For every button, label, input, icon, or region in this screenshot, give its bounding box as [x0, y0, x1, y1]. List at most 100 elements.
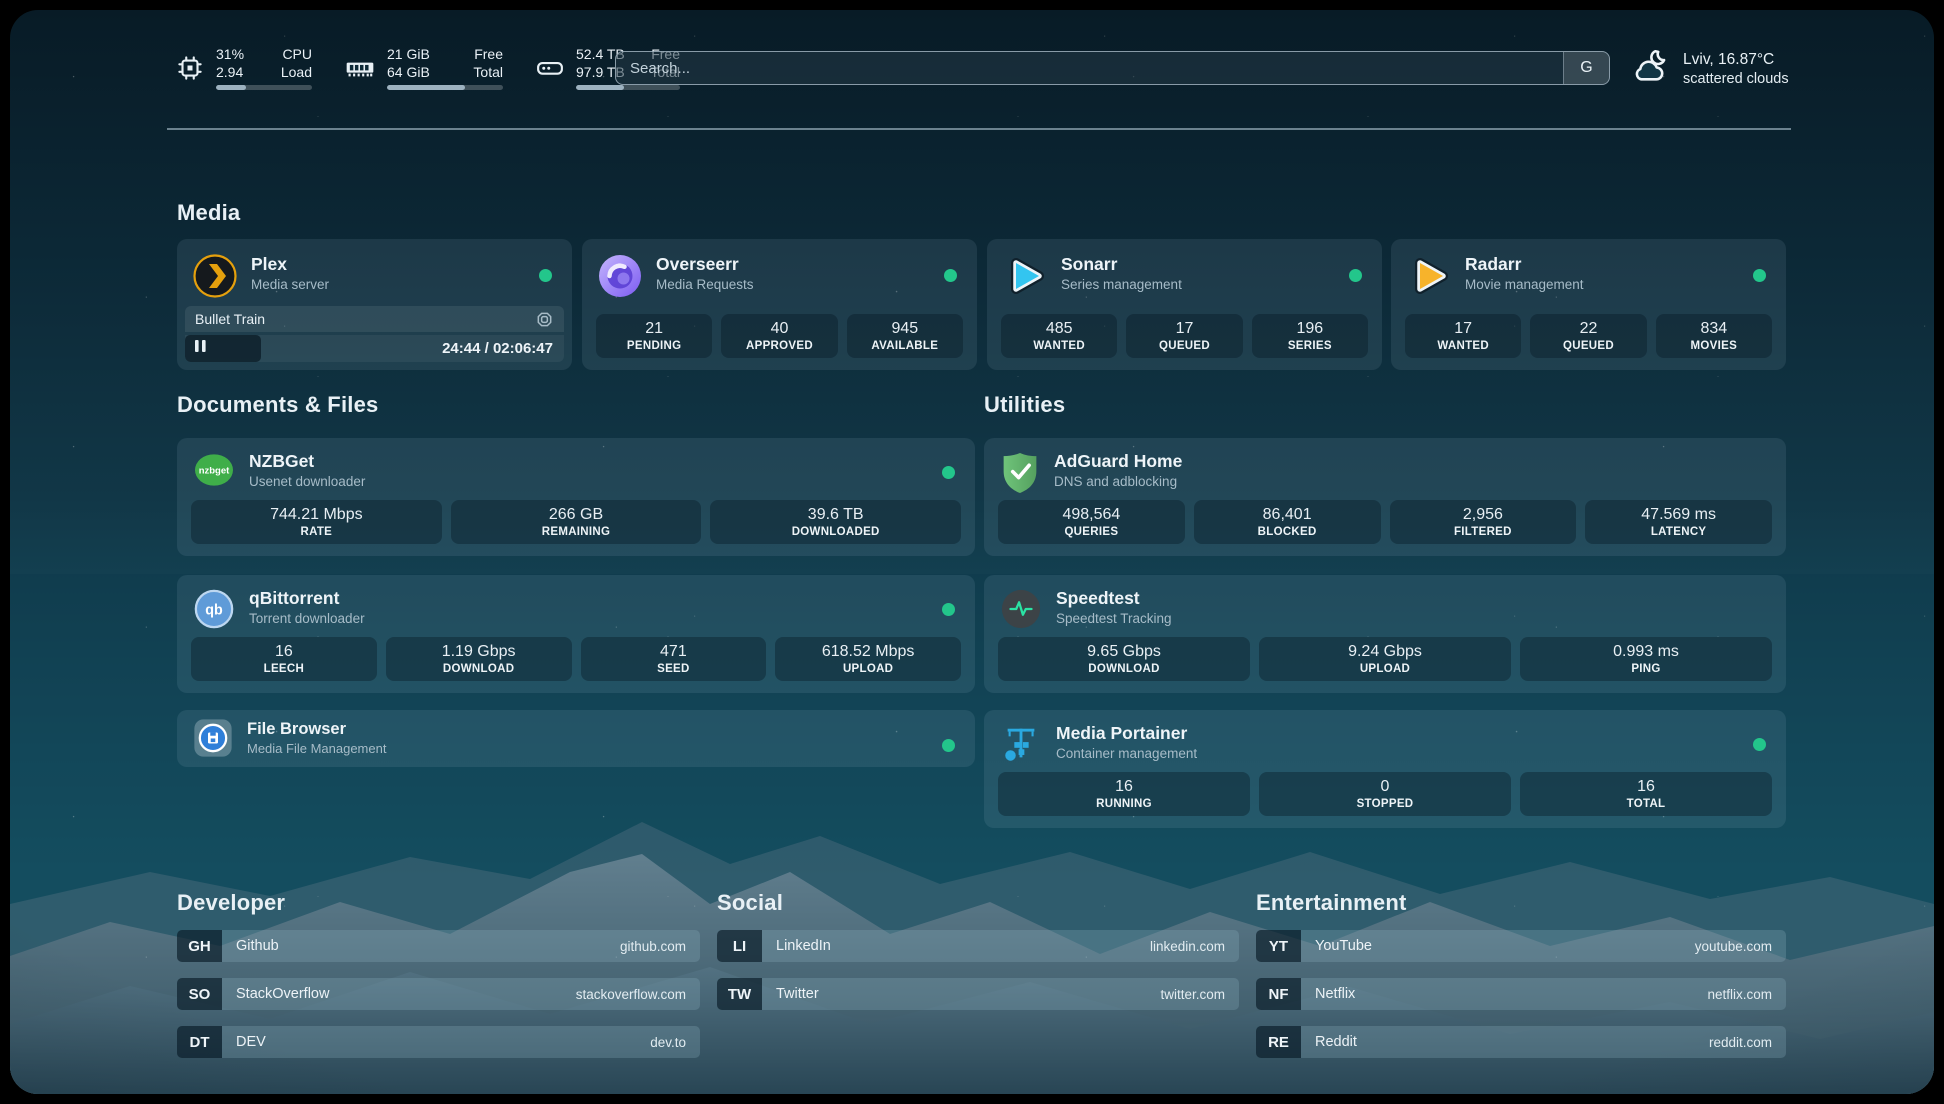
- session-icon[interactable]: [535, 310, 554, 329]
- plex-title: Plex: [251, 253, 329, 276]
- cpu-progress-fill: [216, 85, 246, 90]
- cpu-label-top: CPU: [282, 46, 312, 64]
- header-divider: [167, 128, 1791, 130]
- bookmark-youtube[interactable]: YT YouTubeyoutube.com: [1256, 930, 1786, 962]
- nzbget-status-dot: [942, 466, 955, 479]
- bookmark-netflix[interactable]: NF Netflixnetflix.com: [1256, 978, 1786, 1010]
- dev-abbr: DT: [177, 1026, 222, 1058]
- cpu-percent: 31%: [216, 46, 244, 64]
- qbittorrent-stat-seed: 471SEED: [581, 637, 767, 681]
- playback-time: 24:44 / 02:06:47: [442, 340, 564, 357]
- twitter-abbr: TW: [717, 978, 762, 1010]
- playback-elapsed-fill: [185, 335, 261, 362]
- speedtest-title: Speedtest: [1056, 587, 1172, 610]
- qbittorrent-stat-upload: 618.52 MbpsUPLOAD: [775, 637, 961, 681]
- memory-stat-widget: 21 GiBFree 64 GiBTotal: [344, 46, 503, 90]
- radarr-card[interactable]: Radarr Movie management 17WANTED 22QUEUE…: [1391, 239, 1786, 370]
- qbittorrent-status-dot: [942, 603, 955, 616]
- section-title-entertainment: Entertainment: [1256, 890, 1407, 916]
- search-bar: G: [615, 51, 1610, 85]
- now-playing-title: Bullet Train: [195, 311, 265, 327]
- weather-location-temp: Lviv, 16.87°C: [1683, 50, 1789, 70]
- developer-bookmarks: GH Githubgithub.com SO StackOverflowstac…: [177, 930, 700, 1058]
- section-title-social: Social: [717, 890, 783, 916]
- bookmark-github[interactable]: GH Githubgithub.com: [177, 930, 700, 962]
- adguard-stat-latency: 47.569 msLATENCY: [1585, 500, 1772, 544]
- overseerr-title: Overseerr: [656, 253, 754, 276]
- portainer-card[interactable]: Media Portainer Container management 16R…: [984, 710, 1786, 828]
- memory-label-top: Free: [474, 46, 503, 64]
- overseerr-subtitle: Media Requests: [656, 276, 754, 293]
- filebrowser-icon: [193, 718, 233, 758]
- youtube-abbr: YT: [1256, 930, 1301, 962]
- memory-progress-fill: [387, 85, 465, 90]
- speedtest-card[interactable]: Speedtest Speedtest Tracking 9.65 GbpsDO…: [984, 575, 1786, 693]
- overseerr-card[interactable]: Overseerr Media Requests 21PENDING 40APP…: [582, 239, 977, 370]
- search-provider-button[interactable]: G: [1563, 52, 1609, 84]
- reddit-abbr: RE: [1256, 1026, 1301, 1058]
- portainer-title: Media Portainer: [1056, 722, 1197, 745]
- stackoverflow-abbr: SO: [177, 978, 222, 1010]
- playback-progress-bar[interactable]: 24:44 / 02:06:47: [185, 335, 564, 362]
- sonarr-status-dot: [1349, 269, 1362, 282]
- radarr-icon: [1407, 254, 1451, 298]
- cpu-load: 2.94: [216, 64, 243, 82]
- sonarr-title: Sonarr: [1061, 253, 1182, 276]
- portainer-stat-total: 16TOTAL: [1520, 772, 1772, 816]
- bookmark-reddit[interactable]: RE Redditreddit.com: [1256, 1026, 1786, 1058]
- portainer-icon: [1000, 723, 1042, 765]
- adguard-stat-blocked: 86,401BLOCKED: [1194, 500, 1381, 544]
- github-abbr: GH: [177, 930, 222, 962]
- netflix-abbr: NF: [1256, 978, 1301, 1010]
- bookmark-linkedin[interactable]: LI LinkedInlinkedin.com: [717, 930, 1239, 962]
- portainer-status-dot: [1753, 738, 1766, 751]
- adguard-card[interactable]: AdGuard Home DNS and adblocking 498,564Q…: [984, 438, 1786, 556]
- sonarr-card[interactable]: Sonarr Series management 485WANTED 17QUE…: [987, 239, 1382, 370]
- overseerr-icon: [598, 254, 642, 298]
- disk-progress-fill: [576, 85, 624, 90]
- plex-card[interactable]: Plex Media server Bullet Train: [177, 239, 572, 370]
- portainer-stat-stopped: 0STOPPED: [1259, 772, 1511, 816]
- social-bookmarks: LI LinkedInlinkedin.com TW Twittertwitte…: [717, 930, 1239, 1010]
- plex-subtitle: Media server: [251, 276, 329, 293]
- adguard-icon: [1000, 451, 1040, 495]
- section-title-media: Media: [177, 200, 240, 226]
- sonarr-subtitle: Series management: [1061, 276, 1182, 293]
- pause-icon[interactable]: [194, 339, 207, 358]
- sonarr-stat-series: 196SERIES: [1252, 314, 1368, 358]
- plex-now-playing: Bullet Train: [185, 306, 564, 362]
- memory-progress-track: [387, 85, 503, 90]
- filebrowser-title: File Browser: [247, 719, 386, 740]
- section-title-documents: Documents & Files: [177, 392, 378, 418]
- section-title-utilities: Utilities: [984, 392, 1065, 418]
- speedtest-icon: [1000, 588, 1042, 630]
- svg-text:qb: qb: [205, 602, 223, 618]
- dashboard-window: 31% CPU 2.94 Load: [10, 10, 1934, 1094]
- bookmark-twitter[interactable]: TW Twittertwitter.com: [717, 978, 1239, 1010]
- cpu-label-bottom: Load: [281, 64, 312, 82]
- qbittorrent-stat-download: 1.19 GbpsDOWNLOAD: [386, 637, 572, 681]
- section-title-developer: Developer: [177, 890, 285, 916]
- bookmark-stackoverflow[interactable]: SO StackOverflowstackoverflow.com: [177, 978, 700, 1010]
- search-input[interactable]: [616, 52, 1563, 84]
- cpu-icon: [175, 53, 205, 83]
- filebrowser-card[interactable]: File Browser Media File Management: [177, 710, 975, 767]
- linkedin-abbr: LI: [717, 930, 762, 962]
- adguard-stat-filtered: 2,956FILTERED: [1390, 500, 1577, 544]
- nzbget-card[interactable]: nzbget NZBGet Usenet downloader 744.21 M…: [177, 438, 975, 556]
- sonarr-stat-queued: 17QUEUED: [1126, 314, 1242, 358]
- weather-condition: scattered clouds: [1683, 70, 1789, 89]
- bookmark-dev[interactable]: DT DEVdev.to: [177, 1026, 700, 1058]
- plex-icon: [193, 254, 237, 298]
- speedtest-subtitle: Speedtest Tracking: [1056, 610, 1172, 627]
- speedtest-stat-download: 9.65 GbpsDOWNLOAD: [998, 637, 1250, 681]
- filebrowser-status-dot: [942, 739, 955, 752]
- weather-widget: Lviv, 16.87°C scattered clouds: [1629, 46, 1789, 92]
- memory-label-bottom: Total: [473, 64, 503, 82]
- radarr-subtitle: Movie management: [1465, 276, 1584, 293]
- overseerr-status-dot: [944, 269, 957, 282]
- nzbget-stat-rate: 744.21 MbpsRATE: [191, 500, 442, 544]
- overseerr-stat-available: 945AVAILABLE: [847, 314, 963, 358]
- qbittorrent-card[interactable]: qb qBittorrent Torrent downloader 16LEEC…: [177, 575, 975, 693]
- qbittorrent-icon: qb: [193, 588, 235, 630]
